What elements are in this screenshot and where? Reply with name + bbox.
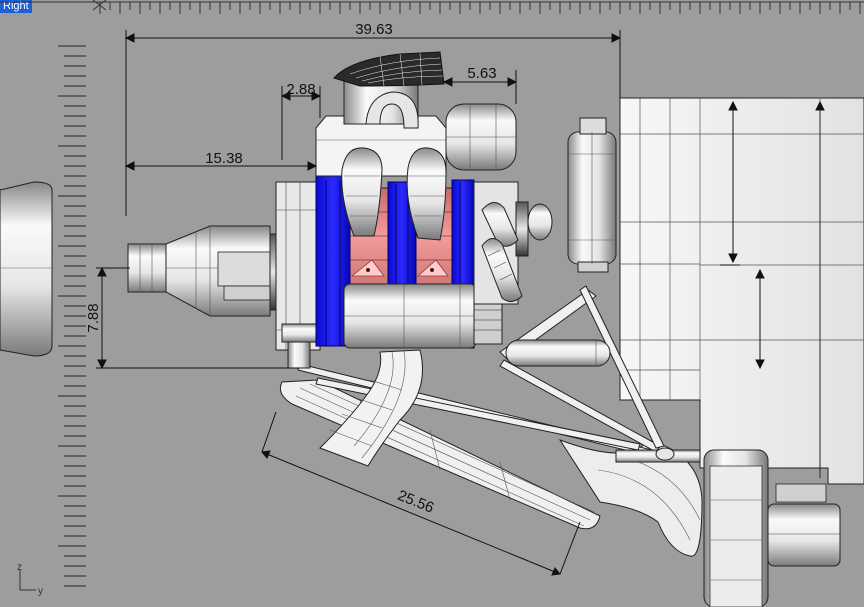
axis-horizontal-label: y (38, 586, 43, 597)
rhino-viewport[interactable]: Right 39.63 2.88 5.63 15.38 7.88 25.56 z… (0, 0, 864, 607)
canister[interactable] (567, 117, 617, 273)
dim-left-offset: 15.38 (205, 150, 243, 167)
chassis-panel[interactable] (619, 97, 864, 485)
nose-cone[interactable] (0, 181, 53, 357)
dim-diagonal: 25.56 (395, 487, 436, 517)
dim-top-offset: 2.88 (286, 81, 315, 98)
lower-bar[interactable] (505, 339, 611, 367)
top-ruler (0, 1, 864, 14)
alternator[interactable] (473, 181, 553, 305)
axis-indicator: z y (17, 562, 43, 597)
dim-height: 7.88 (85, 303, 102, 332)
axis-vertical-label: z (17, 562, 22, 573)
model-scene[interactable]: 39.63 2.88 5.63 15.38 7.88 25.56 z y (0, 0, 864, 607)
expansion-tank[interactable] (445, 103, 517, 171)
dim-overall-width: 39.63 (355, 21, 393, 38)
dim-intake-width: 5.63 (467, 65, 496, 82)
left-ruler (58, 45, 86, 587)
